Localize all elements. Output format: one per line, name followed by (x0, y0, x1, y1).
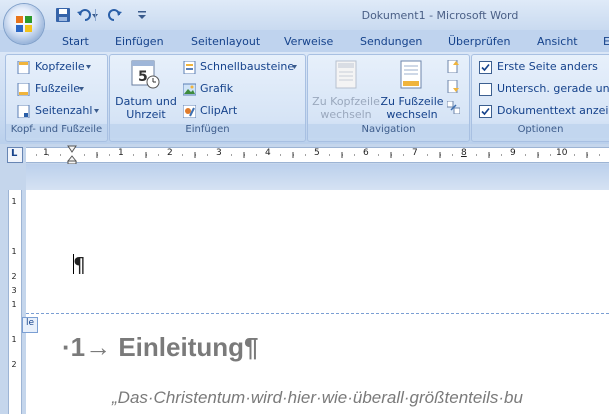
seitenzahl-dropdown-icon[interactable] (94, 109, 99, 113)
schnellbausteine-dropdown-icon[interactable] (292, 65, 297, 69)
erste-seite-label[interactable]: Erste Seite anders (497, 60, 598, 73)
ruler-number: 2 (167, 148, 173, 158)
clipart-button[interactable]: ClipArt (200, 104, 237, 117)
header-paragraph-mark[interactable]: ¶ (73, 253, 86, 277)
ruler-number: 8 (461, 148, 467, 158)
group-label-navigation: Navigation (308, 124, 469, 138)
naechste-icon[interactable] (447, 80, 460, 93)
tab-selector-label: L (11, 148, 18, 159)
header-boundary (26, 313, 609, 314)
header-tag: le (22, 317, 39, 333)
zu-kopfzeile-label-1: Zu Kopfzeile (312, 95, 380, 108)
clipart-icon (183, 105, 196, 118)
tab-ansicht[interactable]: Ansicht (537, 35, 578, 48)
checkmark-icon (481, 107, 490, 116)
tab-verweise[interactable]: Verweise (284, 35, 333, 48)
schnellbausteine-icon (183, 61, 196, 74)
quick-access-separator (95, 9, 96, 21)
undo-icon[interactable] (76, 7, 92, 23)
vruler-number: 1 (11, 300, 17, 309)
grafik-icon (183, 83, 196, 96)
ruler-number: 6 (363, 148, 369, 158)
zu-kopfzeile-label-2: wechseln (320, 108, 372, 121)
ruler-number: 1 (118, 148, 124, 158)
tab-einfuegen[interactable]: Einfügen (115, 35, 164, 48)
ruler-number: 7 (412, 148, 418, 158)
tab-start[interactable]: Start (62, 35, 89, 48)
checkmark-icon (481, 63, 490, 72)
zu-fusszeile-label-1[interactable]: Zu Fußzeile (378, 95, 446, 108)
zu-kopfzeile-icon (335, 60, 357, 89)
customize-icon[interactable] (138, 11, 146, 20)
page-gap (26, 164, 609, 190)
vorherige-icon[interactable] (447, 60, 460, 73)
office-button[interactable] (4, 4, 44, 44)
seitenzahl-button[interactable]: Seitenzahl (35, 104, 92, 117)
save-icon[interactable] (55, 7, 71, 23)
ruler-number: 1 (43, 148, 49, 158)
tab-sendungen[interactable]: Sendungen (360, 35, 422, 48)
kopfzeile-icon (17, 61, 30, 74)
ruler-number: 10 (556, 148, 568, 158)
body-quote[interactable]: „Das·Christentum·wird·hier·wie·überall·g… (112, 388, 523, 408)
tab-entwurf[interactable]: E (603, 35, 609, 48)
group-label-options: Optionen (472, 124, 609, 138)
svg-text:5: 5 (138, 69, 148, 85)
datum-uhrzeit-icon: 5 (131, 60, 160, 89)
document-page[interactable] (26, 190, 609, 414)
tab-selector[interactable]: L (7, 147, 23, 163)
kopfzeile-button[interactable]: Kopfzeile (35, 60, 85, 73)
indent-marker-icon[interactable] (67, 145, 77, 165)
datum-uhrzeit-label-2[interactable]: Uhrzeit (115, 108, 177, 121)
ruler-number: 4 (265, 148, 271, 158)
vruler-number: 1 (11, 335, 17, 344)
schnellbausteine-button[interactable]: Schnellbausteine (200, 60, 294, 73)
tab-seitenlayout[interactable]: Seitenlayout (191, 35, 260, 48)
fusszeile-icon (17, 83, 30, 96)
ruler-number: 9 (510, 148, 516, 158)
fusszeile-dropdown-icon[interactable] (79, 87, 84, 91)
kopfzeile-dropdown-icon[interactable] (86, 65, 91, 69)
office-logo-icon (16, 16, 32, 32)
window-title: Dokument1 - Microsoft Word (361, 9, 519, 22)
redo-icon[interactable] (107, 7, 123, 23)
heading-einleitung[interactable]: ·1→ Einleitung¶ (62, 332, 258, 363)
dokumenttext-checkbox[interactable] (479, 105, 492, 118)
erste-seite-checkbox[interactable] (479, 61, 492, 74)
untersch-checkbox[interactable] (479, 83, 492, 96)
seitenzahl-icon (17, 105, 30, 118)
ruler-number: 3 (216, 148, 222, 158)
fusszeile-button[interactable]: Fußzeile (35, 82, 80, 95)
grafik-button[interactable]: Grafik (200, 82, 233, 95)
dokumenttext-label[interactable]: Dokumenttext anzeig (497, 104, 609, 117)
vruler-number: 3 (11, 286, 17, 295)
vruler-number: 1 (11, 247, 17, 256)
vruler-number: 2 (11, 360, 17, 369)
ruler-number: 5 (314, 148, 320, 158)
zu-fusszeile-icon (400, 60, 422, 89)
tab-ueberpruefen[interactable]: Überprüfen (448, 35, 510, 48)
datum-uhrzeit-label-1[interactable]: Datum und (115, 95, 177, 108)
vruler-number: 2 (11, 272, 17, 281)
verknuepfen-icon[interactable] (447, 101, 460, 114)
vruler-number: 1 (11, 197, 17, 206)
group-label-header-footer: Kopf- und Fußzeile (6, 124, 107, 138)
zu-fusszeile-label-2[interactable]: wechseln (378, 108, 446, 121)
untersch-label[interactable]: Untersch. gerade ung (497, 82, 609, 95)
group-label-insert: Einfügen (110, 124, 305, 138)
